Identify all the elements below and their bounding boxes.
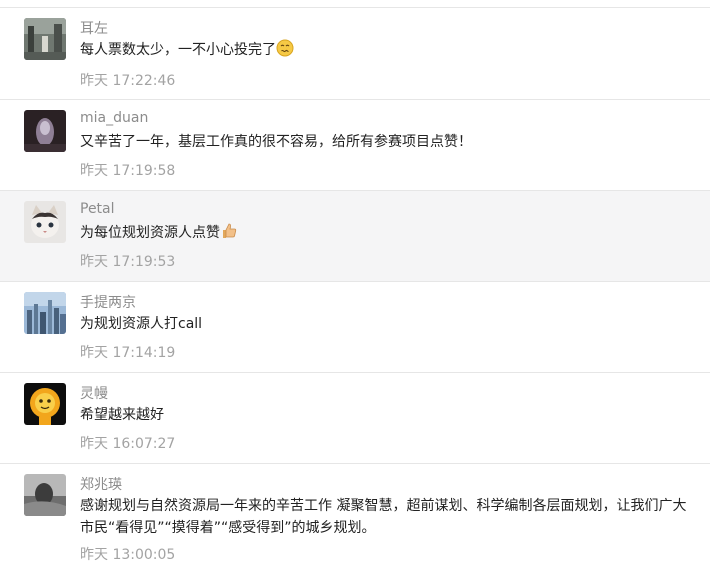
- comment-time: 昨天 17:19:53: [80, 254, 176, 270]
- avatar[interactable]: [24, 474, 66, 516]
- comment-text: 每人票数太少，一不小心投完了: [80, 39, 692, 64]
- comment-text-content: 为每位规划资源人点赞: [80, 225, 220, 241]
- comment-time: 昨天 13:00:05: [80, 547, 176, 563]
- comment-text-content: 每人票数太少，一不小心投完了: [80, 42, 276, 58]
- comment-nickname: mia_duan: [80, 110, 149, 126]
- comment-nickname: 郑兆瑛: [80, 477, 122, 493]
- comment-nickname: 灵幔: [80, 386, 108, 402]
- avatar[interactable]: [24, 110, 66, 152]
- avatar[interactable]: [24, 383, 66, 425]
- comment-item: mia_duan 又辛苦了一年，基层工作真的很不容易，给所有参赛项目点赞！ 昨天…: [0, 100, 710, 191]
- comment-text: 又辛苦了一年，基层工作真的很不容易，给所有参赛项目点赞！: [80, 134, 472, 150]
- comment-text: 感谢规划与自然资源局一年来的辛苦工作 凝聚智慧，超前谋划、科学编制各层面规划，让…: [80, 498, 687, 536]
- comment-nickname: 耳左: [80, 21, 108, 37]
- comment-nickname: Petal: [80, 201, 115, 217]
- comment-item: 灵幔 希望越来越好 昨天 16:07:27: [0, 373, 710, 464]
- comment-time: 昨天 17:19:58: [80, 163, 176, 179]
- comment-text: 为规划资源人打call: [80, 316, 203, 332]
- thumbs-up-emoji-icon: [220, 222, 238, 247]
- comment-nickname: 手提两京: [80, 295, 136, 311]
- comment-text: 希望越来越好: [80, 407, 164, 423]
- comment-item: Petal 为每位规划资源人点赞 昨天 17:19:53: [0, 191, 710, 282]
- comment-text: 为每位规划资源人点赞: [80, 222, 692, 247]
- avatar[interactable]: [24, 201, 66, 243]
- comment-time: 昨天 16:07:27: [80, 436, 176, 452]
- comment-time: 昨天 17:14:19: [80, 345, 176, 361]
- comment-item: 郑兆瑛 感谢规划与自然资源局一年来的辛苦工作 凝聚智慧，超前谋划、科学编制各层面…: [0, 464, 710, 564]
- comment-time: 昨天 17:22:46: [80, 73, 176, 89]
- avatar[interactable]: [24, 18, 66, 60]
- awkward-face-emoji-icon: [276, 39, 294, 64]
- avatar[interactable]: [24, 292, 66, 334]
- comment-item: 手提两京 为规划资源人打call 昨天 17:14:19: [0, 282, 710, 373]
- comment-item: 耳左 每人票数太少，一不小心投完了 昨天 17:22:46: [0, 8, 710, 100]
